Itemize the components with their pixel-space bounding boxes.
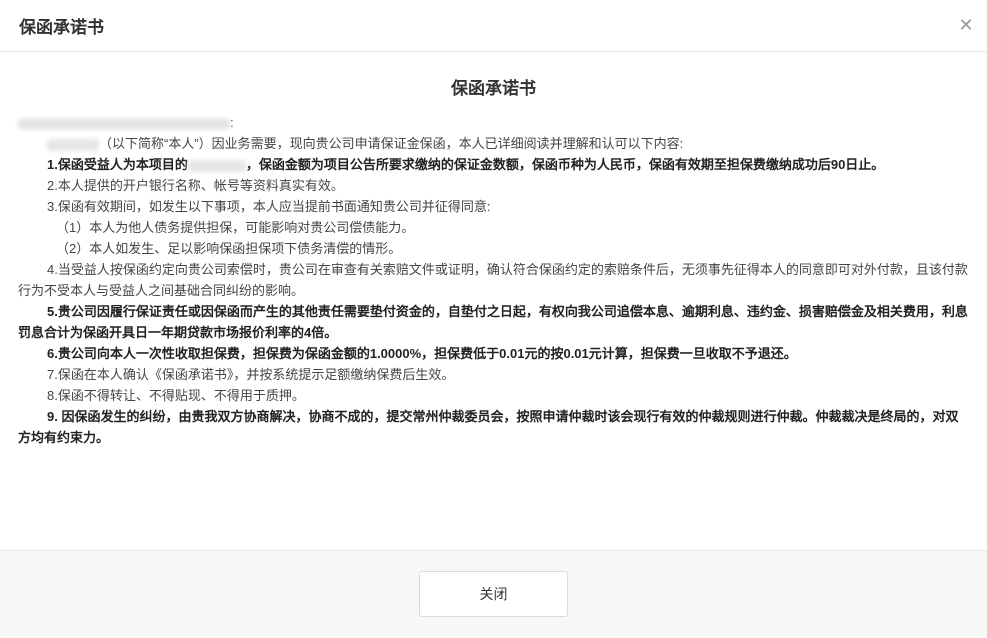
addressee-suffix: : (230, 115, 234, 130)
dialog-body: 保函承诺书 : （以下简称“本人”）因业务需要，现向贵公司申请保证金保函，本人已… (0, 53, 987, 550)
clause-1-prefix: 1.保函受益人为本项目的 (47, 157, 188, 172)
intro-line: （以下简称“本人”）因业务需要，现向贵公司申请保证金保函，本人已详细阅读并理解和… (18, 133, 969, 154)
intro-text: （以下简称“本人”）因业务需要，现向贵公司申请保证金保函，本人已详细阅读并理解和… (99, 136, 684, 151)
dialog-footer: 关闭 (0, 550, 987, 638)
document-content: : （以下简称“本人”）因业务需要，现向贵公司申请保证金保函，本人已详细阅读并理… (18, 112, 969, 448)
dialog-header: 保函承诺书 ✕ (0, 0, 987, 52)
clause-8: 8.保函不得转让、不得贴现、不得用于质押。 (47, 388, 305, 403)
clause-6: 6.贵公司向本人一次性收取担保费，担保费为保函金额的1.0000%，担保费低于0… (47, 346, 797, 361)
clause-1: 1.保函受益人为本项目的 ，保函金额为项目公告所要求缴纳的保证金数额，保函币种为人… (18, 154, 969, 175)
clause-3: 3.保函有效期间，如发生以下事项，本人应当提前书面通知贵公司并征得同意: (47, 199, 491, 214)
redacted-applicant (47, 138, 99, 151)
clause-7: 7.保函在本人确认《保函承诺书》，并按系统提示足额缴纳保费后生效。 (47, 367, 455, 382)
clause-2: 2.本人提供的开户银行名称、帐号等资料真实有效。 (47, 178, 344, 193)
clause-1-suffix: ，保函金额为项目公告所要求缴纳的保证金数额，保函币种为人民币，保函有效期至担保费… (245, 157, 885, 172)
document-title: 保函承诺书 (451, 79, 536, 98)
guarantee-commitment-dialog: 保函承诺书 ✕ 保函承诺书 : （以下简称“本人”）因业务需要，现向贵公司申请保… (0, 0, 987, 638)
close-icon[interactable]: ✕ (955, 15, 977, 37)
redacted-addressee (18, 117, 230, 130)
redacted-beneficiary (187, 159, 246, 172)
clause-5: 5.贵公司因履行保证责任或因保函而产生的其他责任需要垫付资金的，自垫付之日起，有… (18, 304, 968, 340)
clause-9: 9. 因保函发生的纠纷，由贵我双方协商解决，协商不成的，提交常州仲裁委员会，按照… (18, 409, 959, 445)
clause-3-1: （1）本人为他人债务提供担保，可能影响对贵公司偿债能力。 (56, 220, 415, 235)
dialog-title: 保函承诺书 (19, 18, 104, 37)
clause-4: 4.当受益人按保函约定向贵公司索偿时，贵公司在审查有关索赔文件或证明，确认符合保… (18, 262, 968, 298)
addressee-line: : (18, 112, 969, 133)
close-button[interactable]: 关闭 (419, 571, 568, 617)
clause-3-2: （2）本人如发生、足以影响保函担保项下债务清偿的情形。 (56, 241, 402, 256)
